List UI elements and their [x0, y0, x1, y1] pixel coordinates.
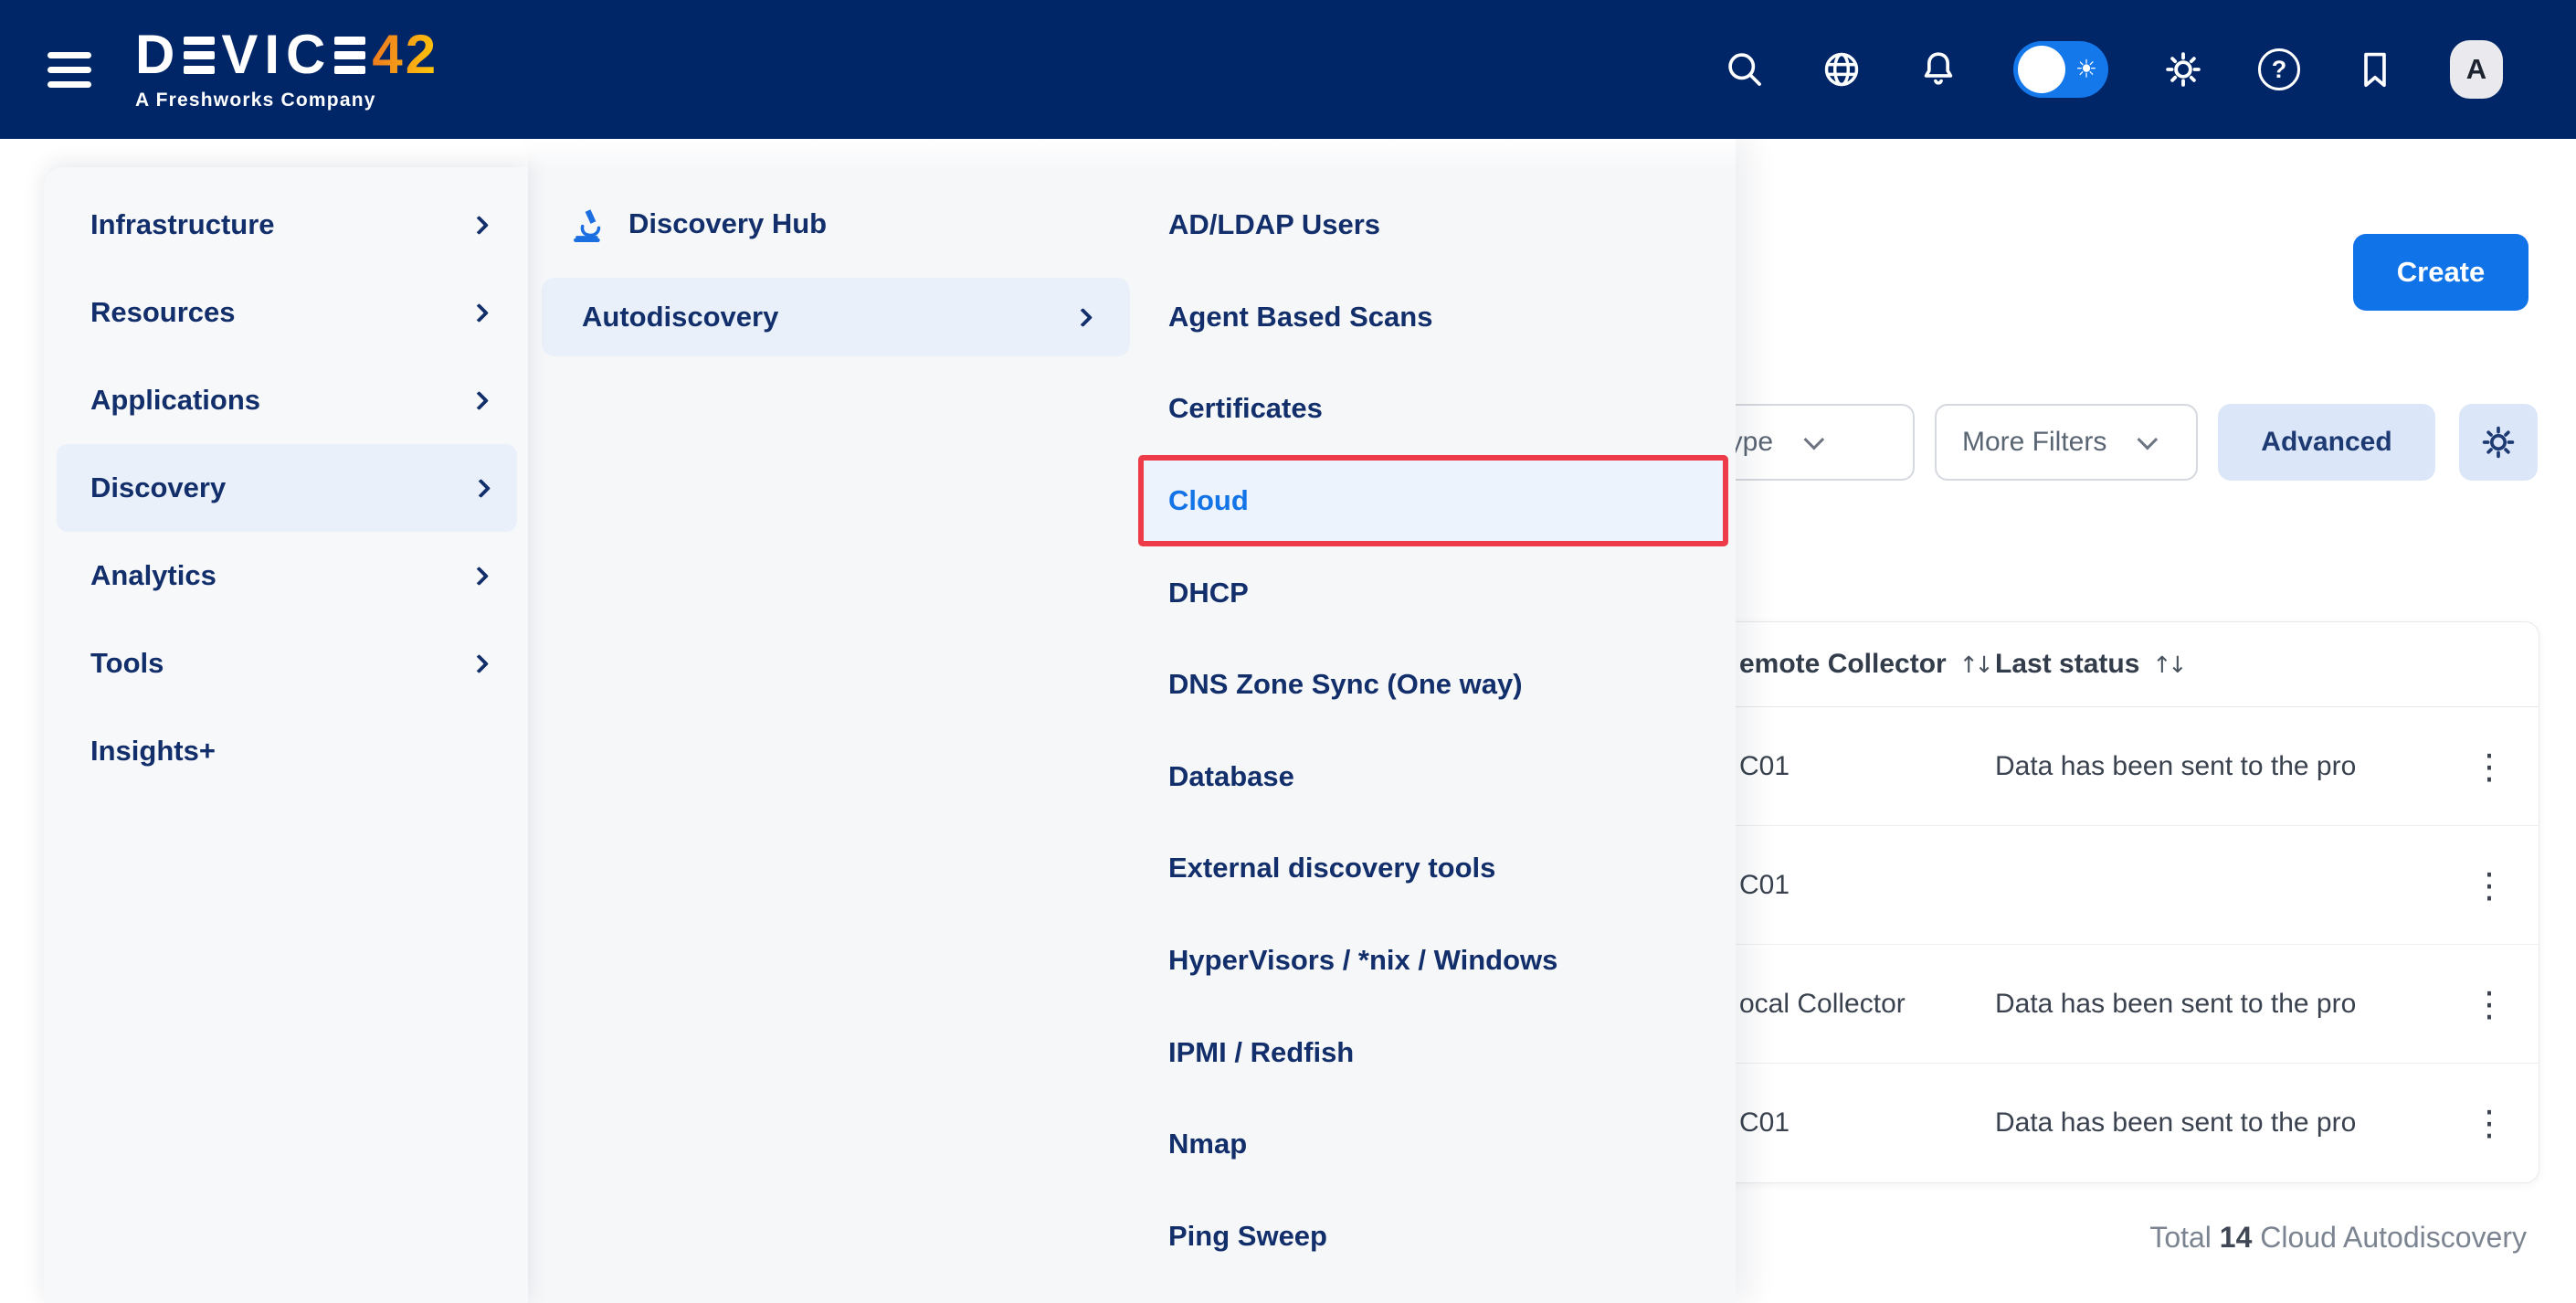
menu-item-dns-zone-sync[interactable]: DNS Zone Sync (One way)	[1140, 639, 1736, 731]
row-actions-kebab-icon[interactable]: ⋮	[2472, 987, 2507, 1022]
menu-item-external-discovery-tools[interactable]: External discovery tools	[1140, 822, 1736, 915]
menu-item-discovery[interactable]: Discovery	[57, 444, 517, 532]
theme-toggle[interactable]: ☀	[2013, 41, 2108, 98]
menu-item-analytics[interactable]: Analytics	[44, 532, 528, 620]
row-actions-kebab-icon[interactable]: ⋮	[2472, 1106, 2507, 1140]
menu-item-tools[interactable]: Tools	[44, 620, 528, 707]
cell-last-status: Data has been sent to the pro	[1995, 989, 2440, 1020]
globe-icon[interactable]	[1820, 48, 1863, 91]
menu-item-ping-sweep[interactable]: Ping Sweep	[1140, 1191, 1736, 1283]
chevron-right-icon	[470, 653, 489, 673]
column-header-last-status[interactable]: Last status↑↓	[1995, 649, 2440, 680]
chevron-right-icon	[470, 566, 489, 585]
menu-item-infrastructure[interactable]: Infrastructure	[44, 181, 528, 269]
advanced-label: Advanced	[2261, 427, 2391, 458]
table-row[interactable]: C01 Data has been sent to the pro ⋮	[1682, 707, 2539, 826]
mega-menu-root-panel: Infrastructure Resources Applications Di…	[44, 167, 528, 1303]
advanced-filter-button[interactable]: Advanced	[2218, 404, 2435, 481]
bookmark-icon[interactable]	[2353, 48, 2397, 91]
menu-item-ad-ldap-users[interactable]: AD/LDAP Users	[1140, 179, 1736, 271]
menu-item-agent-based-scans[interactable]: Agent Based Scans	[1140, 271, 1736, 364]
menu-item-ipmi-redfish[interactable]: IPMI / Redfish	[1140, 1006, 1736, 1098]
chevron-right-icon	[1073, 307, 1093, 326]
menu-item-dhcp[interactable]: DHCP	[1140, 546, 1736, 639]
sort-icon[interactable]: ↑↓	[1959, 652, 1990, 678]
more-filters-label: More Filters	[1962, 427, 2106, 458]
help-icon[interactable]: ?	[2258, 48, 2300, 90]
table-row[interactable]: C01 ⋮	[1682, 826, 2539, 945]
search-icon[interactable]	[1723, 48, 1767, 91]
sun-icon: ☀	[2075, 56, 2097, 84]
table-settings-button[interactable]	[2459, 404, 2538, 481]
menu-item-cloud[interactable]: Cloud	[1138, 455, 1728, 547]
chevron-down-icon	[1804, 429, 1825, 450]
hamburger-menu-icon[interactable]	[48, 52, 91, 88]
stylized-e-icon	[184, 37, 215, 74]
menu-item-insights-plus[interactable]: Insights+	[44, 707, 528, 795]
autodiscovery-table: emote Collector↑↓ Last status↑↓ C01 Data…	[1681, 621, 2539, 1183]
menu-item-autodiscovery[interactable]: Autodiscovery	[542, 278, 1130, 356]
table-total-summary: Total 14 Cloud Autodiscovery	[2149, 1221, 2527, 1255]
sort-icon[interactable]: ↑↓	[2152, 652, 2183, 678]
brand-subtitle: A Freshworks Company	[135, 90, 438, 111]
menu-item-certificates[interactable]: Certificates	[1140, 363, 1736, 455]
notifications-bell-icon[interactable]	[1916, 48, 1960, 91]
chevron-right-icon	[471, 478, 491, 497]
autodiscovery-submenu: AD/LDAP Users Agent Based Scans Certific…	[1140, 179, 1736, 1282]
toggle-knob	[2018, 46, 2065, 93]
menu-item-hypervisors-nix-windows[interactable]: HyperVisors / *nix / Windows	[1140, 915, 1736, 1007]
device42-logo[interactable]: DVIC42 A Freshworks Company	[135, 27, 438, 111]
chevron-down-icon	[2138, 429, 2159, 450]
stylized-e-icon	[334, 37, 365, 74]
menu-item-database[interactable]: Database	[1140, 731, 1736, 823]
user-avatar[interactable]: A	[2450, 40, 2503, 99]
brand-wordmark: DVIC42	[135, 27, 438, 82]
settings-gear-icon[interactable]	[2161, 48, 2205, 91]
create-button[interactable]: Create	[2353, 234, 2528, 311]
more-filters-dropdown[interactable]: More Filters	[1935, 404, 2198, 481]
chevron-right-icon	[470, 390, 489, 409]
row-actions-kebab-icon[interactable]: ⋮	[2472, 868, 2507, 903]
row-actions-kebab-icon[interactable]: ⋮	[2472, 749, 2507, 784]
microscope-icon	[570, 205, 608, 243]
chevron-right-icon	[470, 215, 489, 234]
chevron-right-icon	[470, 302, 489, 322]
mega-menu-submenu-panel: Discovery Hub Autodiscovery AD/LDAP User…	[528, 139, 1736, 1303]
cell-last-status: Data has been sent to the pro	[1995, 751, 2440, 782]
top-navbar: DVIC42 A Freshworks Company ☀	[0, 0, 2576, 139]
navbar-actions: ☀ ? A	[1723, 40, 2503, 99]
menu-item-resources[interactable]: Resources	[44, 269, 528, 356]
table-row[interactable]: ocal Collector Data has been sent to the…	[1682, 945, 2539, 1064]
cell-last-status: Data has been sent to the pro	[1995, 1107, 2440, 1139]
menu-item-discovery-hub[interactable]: Discovery Hub	[570, 194, 827, 254]
table-row[interactable]: C01 Data has been sent to the pro ⋮	[1682, 1064, 2539, 1182]
menu-item-applications[interactable]: Applications	[44, 356, 528, 444]
table-header-row: emote Collector↑↓ Last status↑↓	[1682, 622, 2539, 707]
total-count: 14	[2220, 1221, 2253, 1254]
menu-item-nmap[interactable]: Nmap	[1140, 1098, 1736, 1191]
